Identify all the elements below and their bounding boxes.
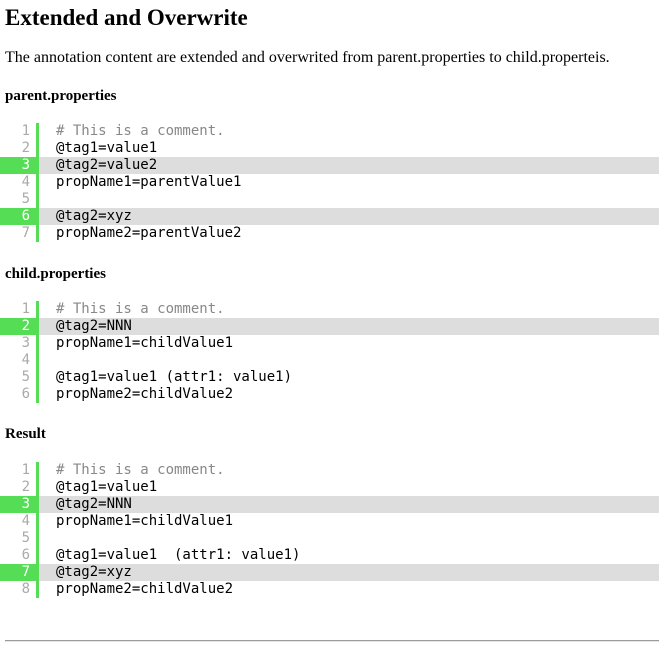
code-line: 1 # This is a comment. <box>0 462 659 479</box>
code-line: 2 @tag1=value1 <box>0 479 659 496</box>
code-block-result: 1 # This is a comment. 2 @tag1=value1 3 @tag2… <box>0 462 659 598</box>
code-text: @tag2=xyz <box>56 208 132 224</box>
code-text: @tag1=value1 <box>56 479 158 495</box>
line-number-label: 5 <box>21 191 30 207</box>
highlighted-code-line: 3 @tag2=NNN <box>0 496 659 513</box>
line-number: 6 <box>0 208 39 225</box>
code-text: propName1=childValue1 <box>56 513 234 529</box>
line-number-label: 5 <box>21 530 30 546</box>
code-line: 7 propName2=parentValue2 <box>0 225 659 242</box>
section-heading-child: child.properties <box>5 266 106 282</box>
line-number-label: 6 <box>21 547 30 563</box>
code-line: 3 propName1=childValue1 <box>0 335 659 352</box>
code-line: 4 propName1=childValue1 <box>0 513 659 530</box>
highlighted-code-line: 6 @tag2=xyz <box>0 208 659 225</box>
section-heading-result: Result <box>5 426 46 442</box>
line-number-label: 8 <box>21 581 30 597</box>
line-number: 6 <box>0 547 39 564</box>
line-number: 5 <box>0 369 39 386</box>
code-comment: # This is a comment. <box>56 123 225 139</box>
code-line: 4 <box>0 352 659 369</box>
code-text: propName1=parentValue1 <box>56 174 242 190</box>
line-number: 1 <box>0 301 39 318</box>
line-number: 7 <box>0 225 39 242</box>
line-number-label: 4 <box>21 513 30 529</box>
code-text: @tag1=value1 <box>56 140 158 156</box>
code-text: @tag1=value1 (attr1: value1) <box>56 547 301 563</box>
code-comment: # This is a comment. <box>56 462 225 478</box>
line-number-label: 7 <box>21 225 30 241</box>
code-line: 5 <box>0 530 659 547</box>
line-number-label: 3 <box>21 496 30 512</box>
line-number-label: 3 <box>21 335 30 351</box>
code-text: propName2=childValue2 <box>56 386 234 402</box>
line-number: 2 <box>0 318 39 335</box>
code-comment: # This is a comment. <box>56 301 225 317</box>
intro-paragraph: The annotation content are extended and … <box>5 49 610 66</box>
line-number-label: 1 <box>21 462 30 478</box>
line-number: 7 <box>0 564 39 581</box>
line-number: 3 <box>0 157 39 174</box>
line-number: 5 <box>0 191 39 208</box>
line-number-label: 1 <box>21 123 30 139</box>
line-number: 8 <box>0 581 39 598</box>
line-number: 1 <box>0 123 39 140</box>
highlighted-code-line: 7 @tag2=xyz <box>0 564 659 581</box>
code-line: 5 @tag1=value1 (attr1: value1) <box>0 369 659 386</box>
line-number-label: 6 <box>21 208 30 224</box>
code-text: @tag2=value2 <box>56 157 158 173</box>
line-number-label: 2 <box>21 140 30 156</box>
code-line: 2 @tag1=value1 <box>0 140 659 157</box>
horizontal-rule <box>5 640 659 642</box>
line-number-label: 5 <box>21 369 30 385</box>
line-number: 1 <box>0 462 39 479</box>
code-text: @tag2=NNN <box>56 318 132 334</box>
highlighted-code-line: 3 @tag2=value2 <box>0 157 659 174</box>
code-block-child: 1 # This is a comment. 2 @tag2=NNN 3 propName… <box>0 301 659 403</box>
line-number: 4 <box>0 174 39 191</box>
line-number-label: 6 <box>21 386 30 402</box>
code-line: 6 propName2=childValue2 <box>0 386 659 403</box>
code-text: propName2=parentValue2 <box>56 225 242 241</box>
line-number-label: 7 <box>21 564 30 580</box>
code-line: 1 # This is a comment. <box>0 301 659 318</box>
highlighted-code-line: 2 @tag2=NNN <box>0 318 659 335</box>
line-number: 4 <box>0 513 39 530</box>
code-text: propName1=childValue1 <box>56 335 234 351</box>
code-block-parent: 1 # This is a comment. 2 @tag1=value1 3 @tag2… <box>0 123 659 242</box>
line-number: 2 <box>0 140 39 157</box>
line-number-label: 2 <box>21 318 30 334</box>
line-number: 3 <box>0 335 39 352</box>
line-number-label: 4 <box>21 174 30 190</box>
code-line: 1 # This is a comment. <box>0 123 659 140</box>
line-number-label: 1 <box>21 301 30 317</box>
line-number: 4 <box>0 352 39 369</box>
line-number-label: 3 <box>21 157 30 173</box>
code-line: 4 propName1=parentValue1 <box>0 174 659 191</box>
section-heading-parent: parent.properties <box>5 88 117 104</box>
line-number: 6 <box>0 386 39 403</box>
code-text: @tag2=xyz <box>56 564 132 580</box>
line-number: 2 <box>0 479 39 496</box>
line-number: 5 <box>0 530 39 547</box>
code-line: 5 <box>0 191 659 208</box>
code-text: propName2=childValue2 <box>56 581 234 597</box>
code-text: @tag1=value1 (attr1: value1) <box>56 369 293 385</box>
code-line: 6 @tag1=value1 (attr1: value1) <box>0 547 659 564</box>
page-title: Extended and Overwrite <box>5 5 248 30</box>
code-line: 8 propName2=childValue2 <box>0 581 659 598</box>
line-number-label: 4 <box>21 352 30 368</box>
line-number: 3 <box>0 496 39 513</box>
code-text: @tag2=NNN <box>56 496 132 512</box>
line-number-label: 2 <box>21 479 30 495</box>
